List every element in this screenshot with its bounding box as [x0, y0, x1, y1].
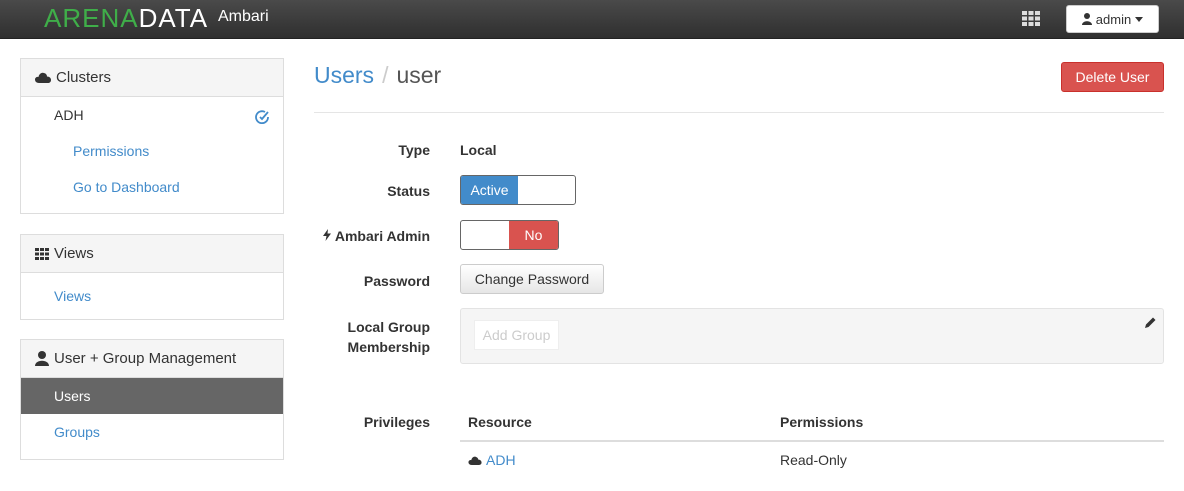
table-row-resource[interactable]: ADH [468, 452, 516, 468]
cluster-name: ADH [54, 107, 84, 123]
pencil-icon[interactable] [1143, 316, 1157, 330]
resource-link[interactable]: ADH [486, 452, 516, 468]
edit-icon[interactable] [255, 110, 269, 124]
user-management-heading-label: User + Group Management [54, 350, 237, 367]
sidebar-item-go-to-dashboard[interactable]: Go to Dashboard [21, 169, 283, 205]
sidebar-item-users[interactable]: Users [21, 378, 283, 414]
group-membership-box: Add Group [460, 308, 1164, 364]
brand-logo-part2: DATA [138, 3, 209, 33]
status-toggle-value: Active [461, 176, 518, 204]
clusters-panel-heading: Clusters [21, 59, 283, 97]
sidebar-item-views[interactable]: Views [21, 273, 283, 319]
app-name: Ambari [218, 8, 269, 25]
user-management-panel: User + Group Management Users Groups [20, 339, 284, 460]
column-header-permissions: Permissions [780, 414, 864, 430]
page-title: Users / user [314, 62, 441, 89]
table-header-divider [460, 440, 1164, 442]
brand-logo[interactable]: ARENADATA [44, 3, 208, 33]
group-membership-label-line2: Membership [347, 339, 430, 355]
ambari-admin-label-wrap: Ambari Admin [322, 228, 430, 244]
grid-icon [35, 247, 49, 260]
breadcrumb-current: user [396, 62, 442, 88]
user-menu-label: admin [1095, 11, 1132, 27]
change-password-button[interactable]: Change Password [460, 264, 604, 294]
clusters-heading-label: Clusters [56, 69, 112, 86]
user-icon [35, 351, 49, 366]
status-toggle[interactable]: Active [460, 175, 576, 205]
views-grid-icon[interactable] [1022, 11, 1040, 26]
views-heading-label: Views [54, 245, 94, 262]
breadcrumb-users-link[interactable]: Users [314, 62, 374, 88]
column-header-resource: Resource [468, 414, 532, 430]
user-menu-button[interactable]: admin [1066, 5, 1159, 33]
password-label: Password [363, 273, 430, 289]
type-label: Type [398, 142, 430, 158]
breadcrumb-separator: / [382, 62, 389, 88]
clusters-panel: Clusters ADH Permissions Go to Dashboard [20, 58, 284, 214]
cloud-icon [468, 456, 482, 465]
cloud-icon [35, 72, 51, 83]
privileges-label: Privileges [363, 414, 430, 430]
type-value: Local [460, 142, 497, 158]
cluster-item-adh[interactable]: ADH [21, 97, 283, 133]
sidebar-item-groups[interactable]: Groups [21, 414, 283, 450]
ambari-admin-toggle[interactable]: No [460, 220, 559, 250]
title-divider [314, 112, 1164, 113]
bolt-icon [322, 229, 331, 241]
sidebar-item-permissions[interactable]: Permissions [21, 133, 283, 169]
status-label: Status [387, 183, 430, 199]
group-membership-label-line1: Local Group [347, 319, 430, 335]
user-icon [1081, 13, 1092, 25]
ambari-admin-label: Ambari Admin [334, 228, 430, 244]
brand-logo-part1: ARENA [44, 3, 139, 33]
caret-down-icon [1135, 16, 1144, 22]
delete-user-button[interactable]: Delete User [1061, 62, 1164, 92]
user-management-panel-heading: User + Group Management [21, 340, 283, 378]
group-membership-label: Local Group Membership [348, 317, 430, 357]
add-group-input[interactable]: Add Group [474, 320, 559, 350]
views-panel: Views Views [20, 234, 284, 320]
ambari-admin-toggle-value: No [509, 221, 558, 249]
top-navbar: ARENADATA Ambari admin [0, 0, 1184, 39]
views-panel-heading: Views [21, 235, 283, 273]
table-row-permission: Read-Only [780, 452, 847, 468]
